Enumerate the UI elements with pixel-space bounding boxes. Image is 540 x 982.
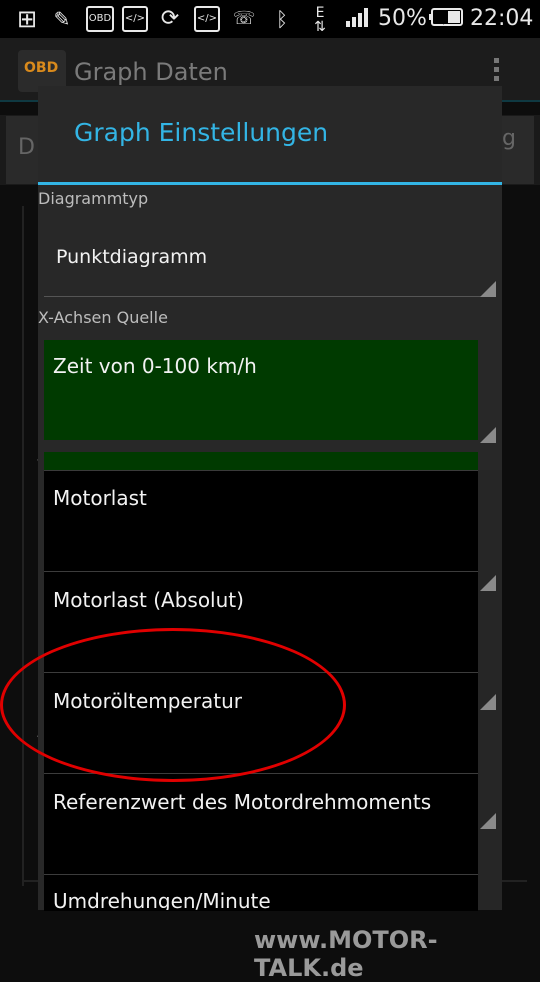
dialog-title-divider (38, 182, 502, 185)
list-divider (44, 571, 478, 572)
background-panel-border (22, 206, 24, 886)
diagram-type-label: Diagrammtyp (38, 189, 149, 208)
app-title: Graph Daten (74, 58, 228, 86)
obd-notification-icon: OBD (86, 6, 114, 32)
dialog-title: Graph Einstellungen (74, 118, 329, 147)
list-item-motorlast[interactable]: Motorlast (44, 472, 478, 572)
phone-icon: ☏ (232, 8, 256, 29)
clock: 22:04 (470, 6, 534, 31)
diagram-type-spinner[interactable]: Punktdiagramm (56, 246, 207, 268)
watermark: www.MOTOR-TALK.de (254, 926, 438, 982)
list-divider (44, 874, 478, 875)
spinner-dropdown-icon[interactable] (480, 575, 496, 591)
code-icon: </> (194, 6, 220, 32)
diagram-type-dropdown-icon[interactable] (480, 281, 496, 297)
y-axis-source-spinner[interactable] (44, 452, 478, 472)
spinner-dropdown-icon[interactable] (480, 813, 496, 829)
signal-icon (344, 6, 372, 32)
add-icon: ⊞ (16, 5, 38, 33)
list-item-referenzwert-motordrehmoment[interactable]: Referenzwert des Motordrehmoments (44, 776, 478, 876)
code-icon: </> (122, 6, 148, 32)
x-axis-source-dropdown-icon[interactable] (480, 427, 496, 443)
battery-icon (428, 6, 464, 32)
battery-percent: 50% (378, 6, 427, 31)
diagram-type-underline (44, 296, 496, 297)
bluetooth-icon: ᛒ (276, 7, 288, 31)
spinner-dropdown-icon[interactable] (480, 694, 496, 710)
data-e-icon: E ⇅ (314, 5, 326, 35)
dropdown-side-gutter (478, 470, 502, 910)
highlight-ellipse (0, 628, 346, 782)
edit-icon: ✎ (53, 7, 71, 31)
x-axis-source-value: Zeit von 0-100 km/h (53, 354, 257, 378)
background-tab-right-label: g (502, 126, 516, 151)
list-item-umdrehungen-minute[interactable]: Umdrehungen/Minute (44, 877, 478, 910)
x-axis-source-label: X-Achsen Quelle (38, 308, 168, 327)
sync-icon: ⟳ (160, 6, 180, 31)
overflow-menu-icon[interactable] (492, 58, 502, 84)
status-bar: ⊞ ✎ OBD </> ⟳ </> ☏ ᛒ E ⇅ 50% 22:04 (0, 0, 540, 38)
background-tab-left-label: D (18, 135, 35, 160)
